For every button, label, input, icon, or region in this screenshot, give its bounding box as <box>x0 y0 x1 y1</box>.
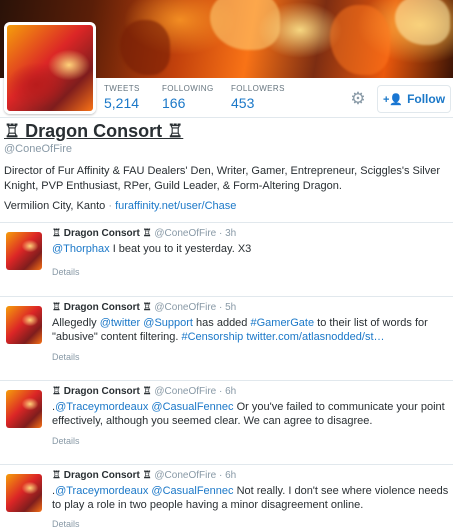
tweet-header-separator: · <box>216 386 226 397</box>
tweet-item[interactable]: ♖ Dragon Consort ♖ @ConeOfFire · 5h Alle… <box>0 296 453 380</box>
tweet-avatar[interactable] <box>6 306 42 344</box>
tweet-author-name[interactable]: ♖ Dragon Consort ♖ <box>52 470 152 481</box>
tweet-text-segment: I beat you to it yesterday. X3 <box>109 243 252 255</box>
tweet-link[interactable]: #GamerGate <box>250 317 314 329</box>
stat-tweets-label: TWEETS <box>104 84 140 93</box>
tweet-details-link[interactable]: Details <box>52 519 80 527</box>
tweet-header: ♖ Dragon Consort ♖ @ConeOfFire · 6h <box>52 470 236 481</box>
tweet-author-handle[interactable]: @ConeOfFire <box>154 470 216 481</box>
profile-url-link[interactable]: furaffinity.net/user/Chase <box>115 200 236 212</box>
tweet-text: .@Traceymordeaux @CasualFennec Or you've… <box>52 400 450 428</box>
meta-separator: · <box>108 200 113 212</box>
stat-tweets-value: 5,214 <box>104 95 140 111</box>
tweet-link[interactable]: @CasualFennec <box>151 401 233 413</box>
tweet-item[interactable]: ♖ Dragon Consort ♖ @ConeOfFire · 6h .@Tr… <box>0 380 453 464</box>
tweet-timestamp[interactable]: 3h <box>225 228 236 239</box>
tweet-link[interactable]: @Traceymordeaux <box>55 401 148 413</box>
profile-avatar[interactable] <box>4 22 96 114</box>
tweet-item[interactable]: ♖ Dragon Consort ♖ @ConeOfFire · 6h .@Tr… <box>0 464 453 527</box>
tweet-link[interactable]: @twitter <box>100 317 141 329</box>
stat-followers-value: 453 <box>231 95 255 111</box>
tweet-timestamp[interactable]: 6h <box>225 470 236 481</box>
tweet-link[interactable]: #Censorship <box>182 331 244 343</box>
profile-meta: Vermilion City, Kanto · furaffinity.net/… <box>4 200 236 212</box>
profile-bio: Director of Fur Affinity & FAU Dealers' … <box>4 165 441 192</box>
add-user-icon: +👤 <box>382 93 404 106</box>
tweet-author-handle[interactable]: @ConeOfFire <box>154 386 216 397</box>
follow-button-label: Follow <box>407 92 446 106</box>
tweet-details-link[interactable]: Details <box>52 352 80 362</box>
tweet-link[interactable]: twitter.com/atlasnodded/st… <box>246 331 384 343</box>
stat-following-value: 166 <box>162 95 186 111</box>
tweet-link[interactable]: @Traceymordeaux <box>55 485 148 497</box>
gear-icon[interactable]: ⚙ <box>349 89 367 108</box>
tweet-link[interactable]: @Support <box>143 317 193 329</box>
tweet-text: Allegedly @twitter @Support has added #G… <box>52 316 450 344</box>
stat-tweets[interactable]: TWEETS 5,214 <box>104 84 140 111</box>
tweet-author-name[interactable]: ♖ Dragon Consort ♖ <box>52 302 152 313</box>
tweet-text-segment: has added <box>192 317 251 329</box>
tweet-header: ♖ Dragon Consort ♖ @ConeOfFire · 3h <box>52 228 236 239</box>
tweet-author-handle[interactable]: @ConeOfFire <box>154 228 216 239</box>
tweet-link[interactable]: @CasualFennec <box>151 485 233 497</box>
profile-name[interactable]: ♖ Dragon Consort ♖ <box>4 121 183 142</box>
stat-followers-label: FOLLOWERS <box>231 84 285 93</box>
tweet-text: @Thorphax I beat you to it yesterday. X3 <box>52 242 450 256</box>
tweet-header: ♖ Dragon Consort ♖ @ConeOfFire · 6h <box>52 386 236 397</box>
tweet-timestamp[interactable]: 5h <box>225 302 236 313</box>
tweet-timestamp[interactable]: 6h <box>225 386 236 397</box>
tweet-author-handle[interactable]: @ConeOfFire <box>154 302 216 313</box>
tweet-header: ♖ Dragon Consort ♖ @ConeOfFire · 5h <box>52 302 236 313</box>
tweet-text-segment: Allegedly <box>52 317 100 329</box>
tweet-header-separator: · <box>216 470 226 481</box>
tweet-avatar[interactable] <box>6 474 42 512</box>
stat-followers[interactable]: FOLLOWERS 453 <box>231 84 285 111</box>
tweet-details-link[interactable]: Details <box>52 267 80 277</box>
tweet-text: .@Traceymordeaux @CasualFennec Not reall… <box>52 484 450 512</box>
tweet-header-separator: · <box>216 302 226 313</box>
tweet-header-separator: · <box>216 228 226 239</box>
follow-button[interactable]: +👤 Follow <box>377 85 451 113</box>
profile-location: Vermilion City, Kanto <box>4 200 106 212</box>
tweet-details-link[interactable]: Details <box>52 436 80 446</box>
tweet-avatar[interactable] <box>6 232 42 270</box>
profile-handle: @ConeOfFire <box>4 143 73 155</box>
tweet-item[interactable]: ♖ Dragon Consort ♖ @ConeOfFire · 3h @Tho… <box>0 222 453 296</box>
tweet-link[interactable]: @Thorphax <box>52 243 110 255</box>
stat-following-label: FOLLOWING <box>162 84 214 93</box>
tweet-author-name[interactable]: ♖ Dragon Consort ♖ <box>52 228 152 239</box>
tweet-avatar[interactable] <box>6 390 42 428</box>
stat-following[interactable]: FOLLOWING 166 <box>162 84 214 111</box>
tweet-author-name[interactable]: ♖ Dragon Consort ♖ <box>52 386 152 397</box>
